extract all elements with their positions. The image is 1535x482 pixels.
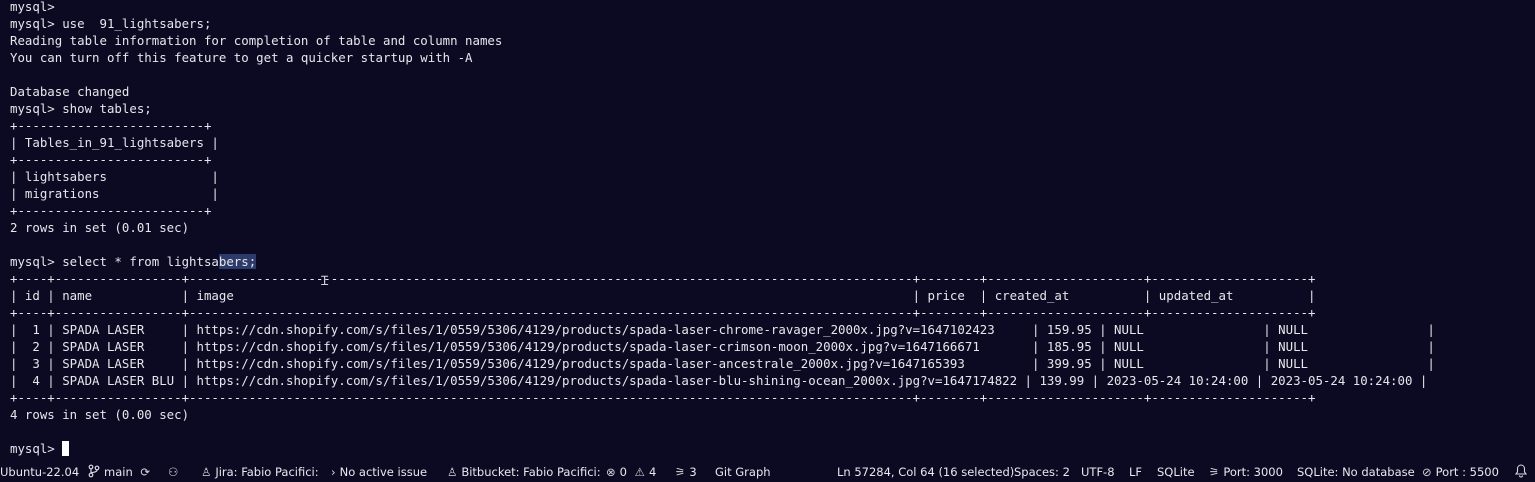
broadcast-icon: ⚞ bbox=[1209, 465, 1220, 479]
terminal[interactable]: mysql> mysql> use 91_lightsabers; Readin… bbox=[10, 0, 1525, 462]
bell-icon[interactable] bbox=[1514, 462, 1528, 482]
terminal-line: You can turn off this feature to get a q… bbox=[10, 50, 473, 65]
table-row: | 2 | SPADA LASER | https://cdn.shopify.… bbox=[10, 339, 1435, 354]
terminal-line: | migrations | bbox=[10, 186, 219, 201]
person-icon: ♙ bbox=[201, 465, 212, 479]
port-label: Port: 3000 bbox=[1223, 465, 1283, 479]
block-icon: ⊘ bbox=[1422, 465, 1432, 479]
sync-icon[interactable]: ⟳ bbox=[140, 462, 150, 482]
text-cursor bbox=[62, 441, 70, 456]
terminal-line: 4 rows in set (0.00 sec) bbox=[10, 407, 190, 422]
terminal-command-line: mysql> select * from lightsabers; bbox=[10, 253, 257, 270]
error-icon: ⊗ bbox=[606, 465, 616, 479]
language-mode[interactable]: SQLite bbox=[1157, 462, 1195, 482]
warning-count: 4 bbox=[648, 465, 657, 479]
status-bar: Ubuntu-22.04 main ⟳ ⚇ ♙ Jira: Fabio Pacif… bbox=[0, 462, 1535, 482]
terminal-line: | lightsabers | bbox=[10, 169, 219, 184]
ports-indicator[interactable]: ⚞ 3 bbox=[675, 462, 697, 482]
branch-label: main bbox=[104, 465, 133, 479]
terminal-line: mysql> show tables; bbox=[10, 101, 152, 116]
person-icon: ♙ bbox=[447, 465, 458, 479]
error-count: 0 bbox=[619, 465, 627, 479]
port-status[interactable]: ⚞ Port: 3000 bbox=[1209, 462, 1283, 482]
broadcast-icon: ⚞ bbox=[675, 465, 686, 479]
table-row: | 1 | SPADA LASER | https://cdn.shopify.… bbox=[10, 322, 1435, 337]
terminal-line: Database changed bbox=[10, 84, 130, 99]
issue-label: No active issue bbox=[339, 465, 428, 479]
end-of-line[interactable]: LF bbox=[1129, 462, 1142, 482]
terminal-line: 2 rows in set (0.01 sec) bbox=[10, 220, 190, 235]
table-border: +----+-----------------+----------------… bbox=[10, 271, 1316, 286]
encoding[interactable]: UTF-8 bbox=[1081, 462, 1115, 482]
table-row: | 4 | SPADA LASER BLU | https://cdn.shop… bbox=[10, 373, 1428, 388]
sqlite-status[interactable]: SQLite: No database bbox=[1297, 462, 1415, 482]
table-border: +----+-----------------+----------------… bbox=[10, 305, 1316, 320]
problems-indicator[interactable]: ⊗ 0 ⚠ 4 bbox=[606, 462, 656, 482]
terminal-line: mysql> bbox=[10, 0, 55, 14]
jira-label: Jira: Fabio Pacifici: bbox=[215, 465, 319, 479]
ibeam-cursor-icon: Ɪ bbox=[321, 274, 329, 289]
git-branch-icon bbox=[88, 464, 100, 478]
table-row: | 3 | SPADA LASER | https://cdn.shopify.… bbox=[10, 356, 1435, 371]
terminal-line: +-------------------------+ bbox=[10, 203, 212, 218]
prompt-line[interactable]: mysql> bbox=[10, 440, 70, 457]
command-text: mysql> select * from lightsa bbox=[10, 254, 219, 269]
git-graph-button[interactable]: Git Graph bbox=[715, 462, 771, 482]
live-share-icon[interactable]: ⚇ bbox=[168, 462, 182, 482]
text-selection: bers; bbox=[218, 254, 257, 269]
bitbucket-status[interactable]: ♙ Bitbucket: Fabio Pacifici: bbox=[447, 462, 601, 482]
table-border: +----+-----------------+----------------… bbox=[10, 390, 1316, 405]
terminal-line: mysql> use 91_lightsabers; bbox=[10, 16, 212, 31]
terminal-line: +-------------------------+ bbox=[10, 118, 212, 133]
ports-count: 3 bbox=[689, 465, 697, 479]
terminal-line: Reading table information for completion… bbox=[10, 33, 503, 48]
jira-issue[interactable]: › No active issue bbox=[331, 462, 427, 482]
prompt: mysql> bbox=[10, 441, 63, 456]
cursor-position[interactable]: Ln 57284, Col 64 (16 selected) bbox=[837, 462, 1014, 482]
bitbucket-label: Bitbucket: Fabio Pacifici: bbox=[461, 465, 601, 479]
remote-indicator[interactable]: Ubuntu-22.04 bbox=[0, 462, 79, 482]
chevron-right-icon: › bbox=[331, 465, 336, 479]
jira-status[interactable]: ♙ Jira: Fabio Pacifici: bbox=[201, 462, 319, 482]
indentation[interactable]: Spaces: 2 bbox=[1014, 462, 1070, 482]
table-header: | id | name | image | price | created_at… bbox=[10, 288, 1316, 303]
branch-indicator[interactable]: main ⟳ bbox=[88, 462, 154, 482]
live-server-status[interactable]: ⊘ Port : 5500 bbox=[1422, 462, 1499, 482]
terminal-line: +-------------------------+ bbox=[10, 152, 212, 167]
live-port-label: Port : 5500 bbox=[1435, 465, 1499, 479]
terminal-line: | Tables_in_91_lightsabers | bbox=[10, 135, 219, 150]
warning-icon: ⚠ bbox=[634, 465, 645, 479]
